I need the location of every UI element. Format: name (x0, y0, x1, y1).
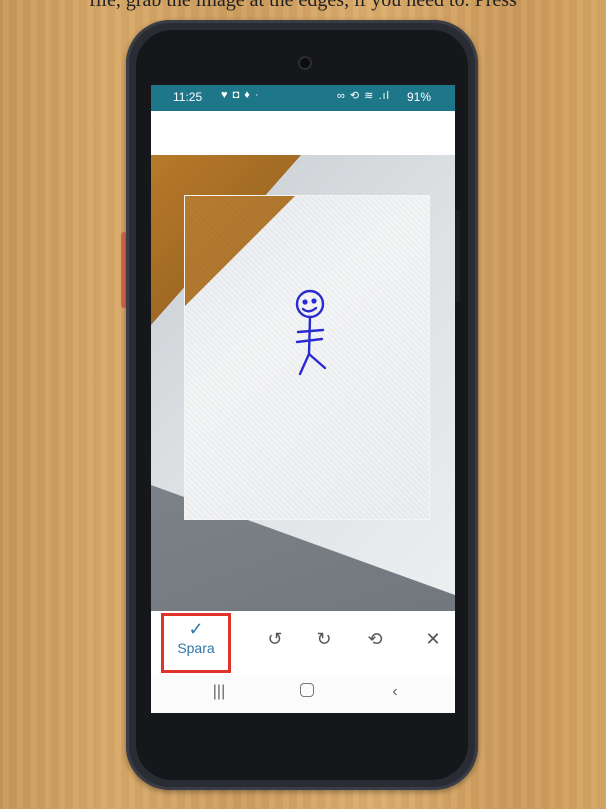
home-button[interactable] (287, 683, 327, 702)
close-icon: ✕ (425, 629, 441, 649)
reset-icon: ⟲ (367, 629, 383, 649)
edit-toolbar: ✓ Spara ↺ ↻ ⟲ ✕ (151, 611, 455, 685)
check-icon: ✓ (188, 619, 204, 639)
phone-screen: 11:25 ♥ ◘ ♦ · ∞ ⟲ ≋ .ıl 91% ✓ Spara ↺ ↻ … (151, 85, 455, 713)
crop-handle-top-left[interactable] (185, 196, 195, 206)
home-icon (300, 683, 314, 697)
connectivity-icons: ∞ ⟲ ≋ .ıl (337, 90, 390, 102)
battery-level: 91% (407, 90, 432, 104)
crop-frame[interactable] (184, 195, 430, 520)
stick-figure-drawing (295, 289, 327, 376)
front-camera (300, 58, 310, 68)
phone-volume-button (455, 210, 460, 302)
save-label: Spara (177, 640, 215, 656)
back-button[interactable]: ‹ (375, 683, 415, 701)
top-app-area (151, 111, 455, 155)
rotate-right-button[interactable]: ↻ (301, 611, 347, 673)
back-icon: ‹ (392, 683, 398, 700)
crop-handle-bottom-right[interactable] (419, 509, 429, 519)
rotate-right-icon: ↻ (316, 629, 332, 649)
recents-button[interactable]: ||| (199, 683, 239, 701)
notification-icons: ♥ ◘ ♦ · (221, 89, 260, 101)
system-nav-bar: ||| ‹ (151, 675, 455, 713)
recents-icon: ||| (212, 683, 226, 700)
status-bar: 11:25 ♥ ◘ ♦ · ∞ ⟲ ≋ .ıl 91% (151, 85, 455, 111)
crop-handle-bottom-left[interactable] (185, 509, 195, 519)
rotate-left-icon: ↺ (267, 629, 283, 649)
status-time: 11:25 (173, 90, 203, 104)
reset-button[interactable]: ⟲ (352, 611, 398, 673)
photo-preview (151, 155, 455, 645)
crop-handle-top-right[interactable] (419, 196, 429, 206)
caption-text: file, grab the image at the edges, if yo… (89, 0, 517, 11)
close-button[interactable]: ✕ (410, 611, 455, 673)
save-button[interactable]: ✓ Spara (161, 613, 231, 673)
rotate-left-button[interactable]: ↺ (252, 611, 298, 673)
